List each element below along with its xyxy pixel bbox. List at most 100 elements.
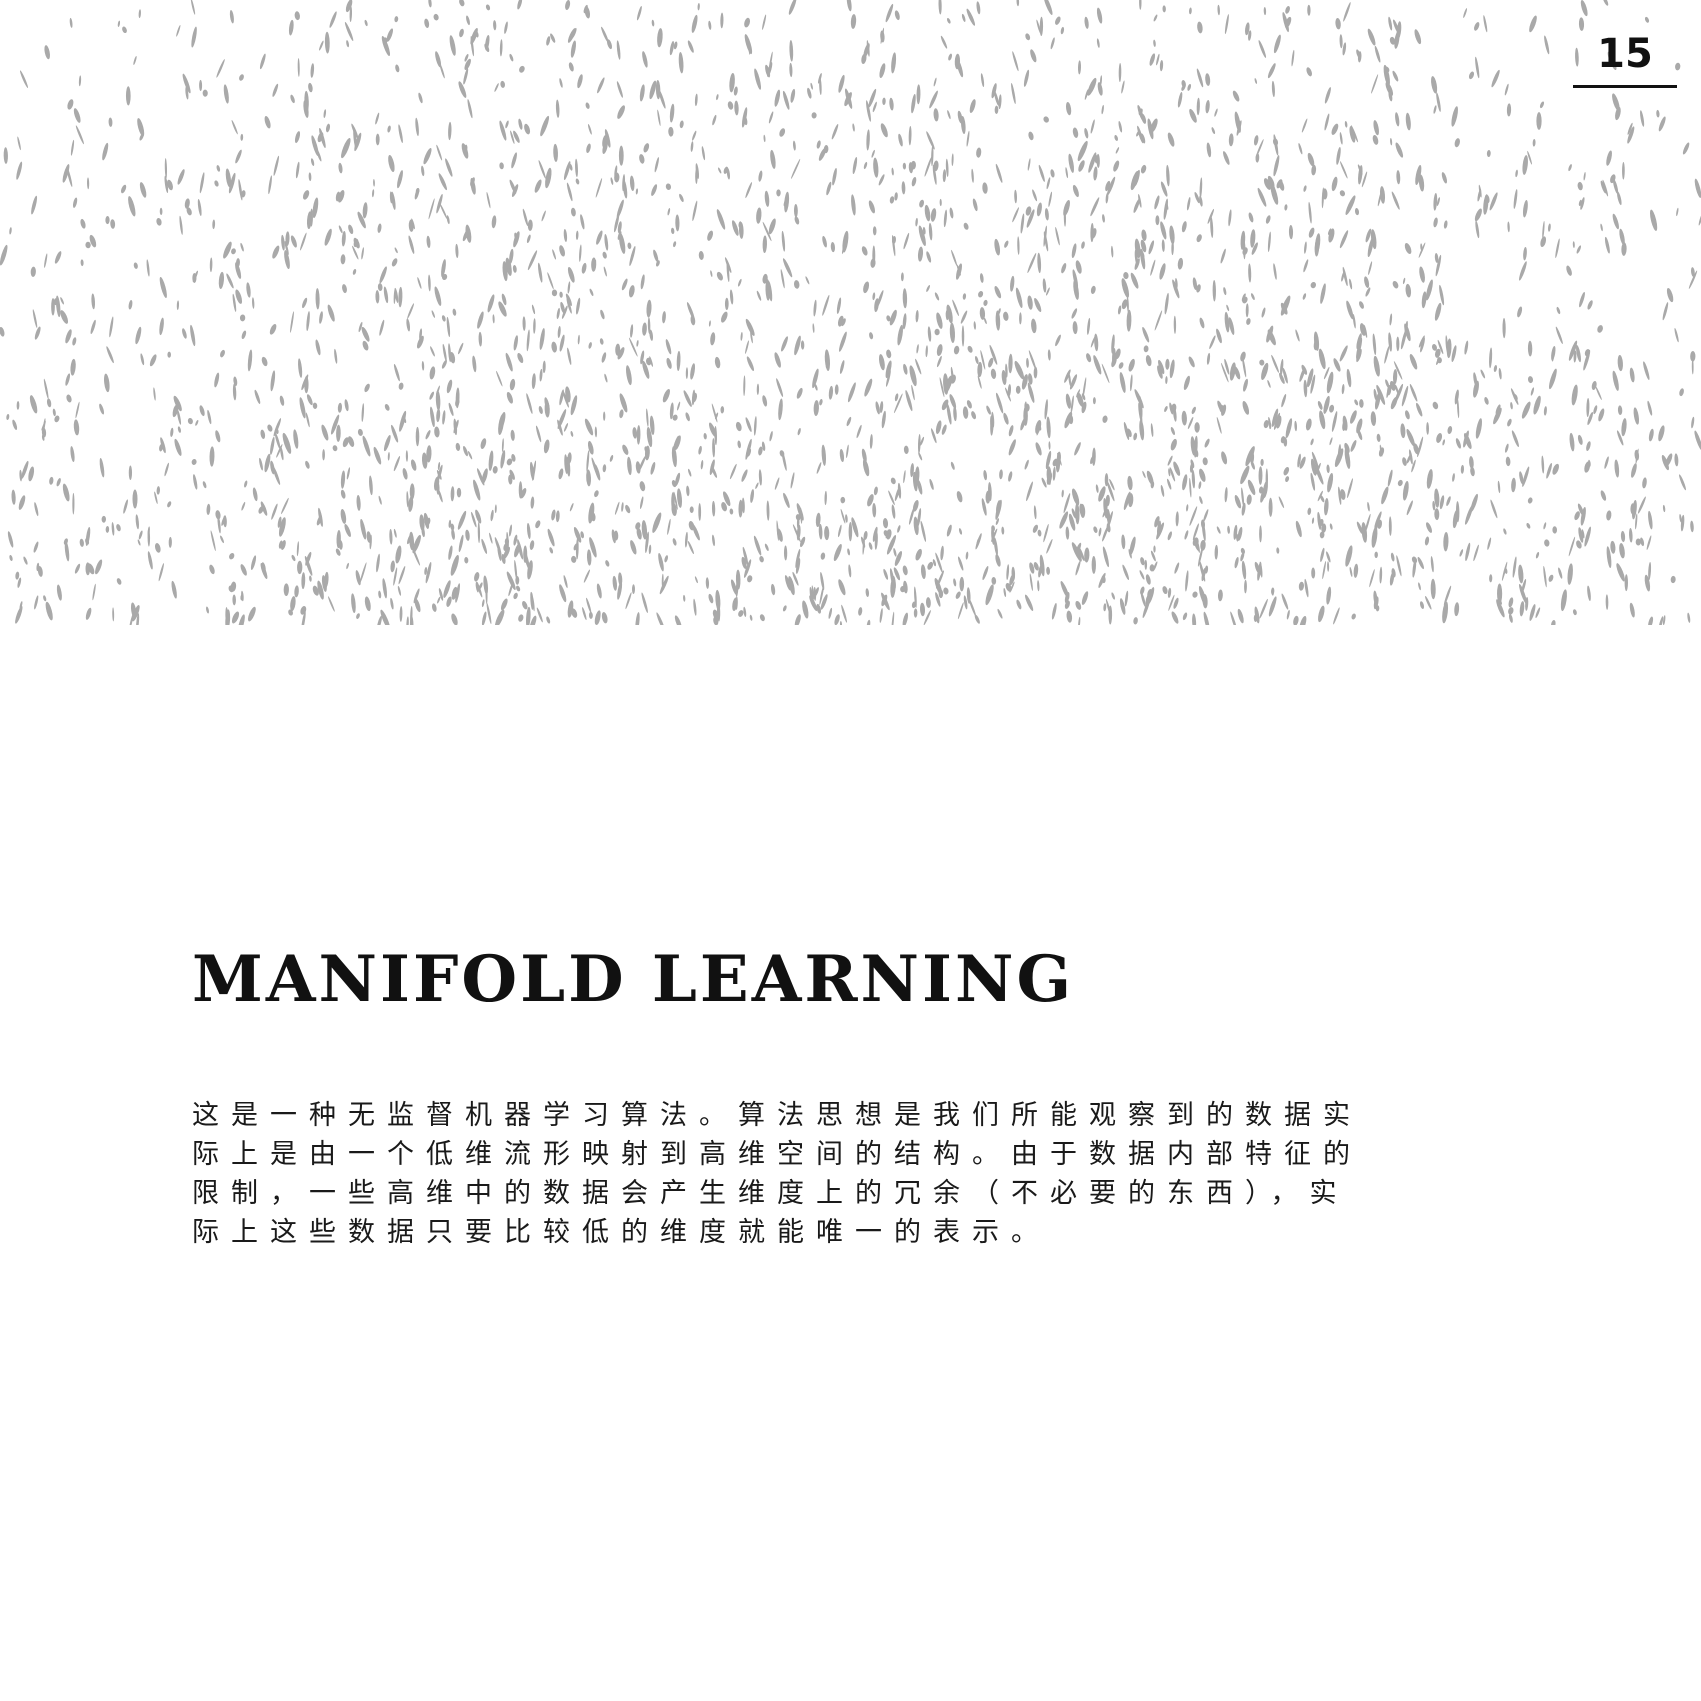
- speckle-mark: [553, 143, 558, 162]
- speckle-mark: [1101, 363, 1110, 384]
- speckle-mark: [455, 387, 460, 409]
- speckle-mark: [915, 548, 922, 561]
- speckle-mark: [636, 6, 642, 21]
- speckle-mark: [1285, 418, 1293, 438]
- speckle-mark: [1593, 405, 1598, 415]
- speckle-mark: [1192, 613, 1197, 625]
- speckle-mark: [1113, 160, 1120, 172]
- speckle-mark: [758, 170, 763, 182]
- speckle-mark: [1333, 607, 1340, 625]
- speckle-mark: [1228, 209, 1232, 227]
- speckle-mark: [1511, 430, 1519, 448]
- speckle-mark: [252, 297, 255, 309]
- speckle-mark: [1373, 355, 1380, 377]
- speckle-mark: [1196, 68, 1204, 88]
- speckle-mark: [662, 311, 666, 324]
- speckle-mark: [1164, 406, 1168, 412]
- speckle-mark: [1111, 592, 1115, 600]
- speckle-mark: [193, 474, 198, 490]
- speckle-mark: [790, 88, 796, 103]
- speckle-mark: [1395, 142, 1404, 158]
- speckle-mark: [505, 352, 513, 372]
- speckle-mark: [246, 282, 251, 298]
- speckle-mark: [271, 503, 278, 520]
- speckle-mark: [555, 510, 560, 523]
- speckle-mark: [897, 324, 904, 346]
- speckle-mark: [1288, 224, 1294, 240]
- speckle-mark: [908, 126, 912, 146]
- speckle-mark: [1189, 7, 1192, 15]
- speckle-mark: [903, 232, 910, 250]
- speckle-mark: [687, 540, 694, 555]
- speckle-mark: [1302, 293, 1307, 300]
- speckle-mark: [648, 544, 652, 555]
- speckle-mark: [1404, 242, 1412, 255]
- speckle-mark: [79, 538, 84, 547]
- speckle-mark: [30, 266, 36, 277]
- speckle-mark: [581, 262, 587, 274]
- speckle-mark: [1676, 207, 1679, 217]
- speckle-mark: [1122, 564, 1130, 580]
- speckle-mark: [1642, 477, 1647, 489]
- speckle-mark: [1402, 481, 1409, 501]
- speckle-mark: [279, 395, 285, 406]
- speckle-mark: [1063, 199, 1070, 217]
- speckle-mark: [1560, 589, 1567, 612]
- speckle-mark: [442, 343, 447, 362]
- speckle-mark: [1389, 313, 1393, 326]
- speckle-mark: [768, 218, 776, 235]
- speckle-mark: [1511, 477, 1516, 493]
- speckle-mark: [768, 111, 774, 124]
- speckle-mark: [782, 90, 790, 110]
- speckle-mark: [844, 88, 853, 109]
- speckle-mark: [195, 419, 199, 426]
- speckle-mark: [223, 515, 227, 528]
- speckle-mark: [962, 293, 967, 300]
- speckle-mark: [1032, 189, 1038, 202]
- speckle-mark: [774, 352, 781, 368]
- speckle-mark: [1078, 60, 1081, 75]
- speckle-mark: [138, 530, 143, 540]
- speckle-mark: [1071, 488, 1080, 506]
- speckle-mark: [231, 120, 238, 135]
- speckle-mark: [1598, 408, 1605, 422]
- speckle-mark: [586, 143, 591, 154]
- speckle-mark: [929, 90, 938, 109]
- speckle-mark: [1014, 189, 1017, 204]
- speckle-mark: [1257, 187, 1267, 207]
- speckle-mark: [1081, 591, 1089, 605]
- speckle-mark: [920, 520, 927, 542]
- speckle-mark: [897, 525, 901, 533]
- speckle-mark: [950, 461, 955, 470]
- speckle-mark: [596, 230, 603, 245]
- speckle-mark: [675, 214, 680, 232]
- speckle-mark: [1201, 520, 1206, 542]
- speckle-mark: [252, 487, 258, 502]
- speckle-mark: [1612, 93, 1620, 112]
- speckle-mark: [1029, 573, 1033, 591]
- speckle-mark: [1372, 333, 1377, 356]
- speckle-mark: [938, 0, 942, 15]
- speckle-mark: [1535, 607, 1541, 619]
- speckle-mark: [489, 532, 493, 544]
- speckle-mark: [430, 346, 435, 357]
- speckle-mark: [1612, 213, 1619, 230]
- speckle-mark: [917, 246, 924, 262]
- speckle-mark: [1159, 263, 1166, 280]
- speckle-mark: [312, 402, 318, 409]
- speckle-mark: [953, 345, 960, 355]
- speckle-mark: [1072, 127, 1079, 138]
- speckle-mark: [494, 504, 497, 514]
- speckle-mark: [154, 543, 161, 553]
- speckle-mark: [1293, 615, 1299, 625]
- speckle-mark: [559, 245, 565, 257]
- speckle-mark: [428, 274, 431, 292]
- speckle-mark: [1027, 382, 1035, 403]
- speckle-mark: [1093, 355, 1102, 375]
- speckle-mark: [417, 277, 422, 289]
- speckle-mark: [650, 461, 656, 475]
- speckle-mark: [893, 548, 897, 557]
- speckle-mark: [891, 167, 894, 176]
- speckle-mark: [1351, 613, 1356, 620]
- speckle-mark: [673, 241, 677, 248]
